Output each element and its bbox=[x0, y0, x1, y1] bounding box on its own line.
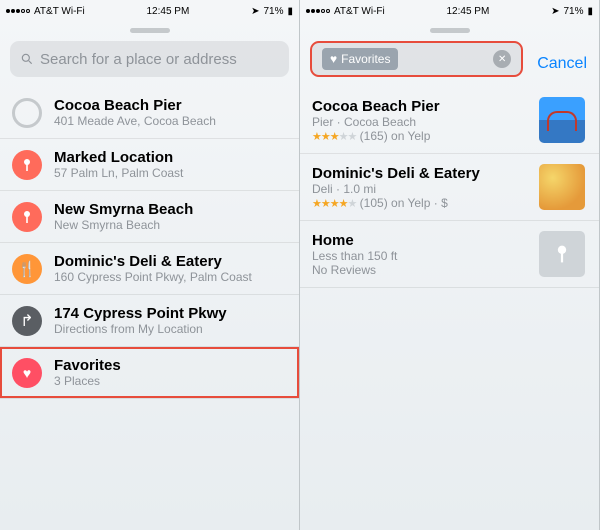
search-field[interactable]: Search for a place or address bbox=[10, 41, 289, 77]
list-item[interactable]: Home Less than 150 ft No Reviews bbox=[300, 221, 599, 288]
carrier: AT&T Wi-Fi bbox=[34, 6, 85, 17]
thumbnail bbox=[539, 231, 585, 277]
carrier: AT&T Wi-Fi bbox=[334, 6, 385, 17]
favorites-row[interactable]: ♥ Favorites3 Places bbox=[0, 347, 299, 399]
favorites-list: Cocoa Beach Pier Pier · Cocoa Beach ★★★★… bbox=[300, 87, 599, 530]
star-rating: ★★★★★ bbox=[312, 198, 356, 210]
signal-icon bbox=[306, 9, 330, 13]
phone-right: AT&T Wi-Fi 12:45 PM ➤ 71% ▮ ♥ Favorites … bbox=[300, 0, 600, 530]
thumbnail bbox=[539, 97, 585, 143]
directions-icon: ↱ bbox=[12, 306, 42, 336]
heart-icon: ♥ bbox=[12, 358, 42, 388]
list-item[interactable]: ↱ 174 Cypress Point PkwyDirections from … bbox=[0, 295, 299, 347]
clock: 12:45 PM bbox=[447, 6, 490, 17]
clock: 12:45 PM bbox=[147, 6, 190, 17]
pin-icon bbox=[12, 150, 42, 180]
list-item[interactable]: Marked Location57 Palm Ln, Palm Coast bbox=[0, 139, 299, 191]
search-field[interactable]: ♥ Favorites ✕ bbox=[310, 41, 523, 77]
list-item[interactable]: Dominic's Deli & Eatery Deli · 1.0 mi ★★… bbox=[300, 154, 599, 221]
battery-pct: 71% bbox=[263, 6, 283, 17]
location-icon: ➤ bbox=[551, 6, 559, 17]
clear-icon[interactable]: ✕ bbox=[493, 50, 511, 68]
list-item[interactable]: Cocoa Beach Pier401 Meade Ave, Cocoa Bea… bbox=[0, 87, 299, 139]
recent-icon bbox=[12, 98, 42, 128]
food-icon: 🍴 bbox=[12, 254, 42, 284]
battery-pct: 71% bbox=[563, 6, 583, 17]
battery-icon: ▮ bbox=[587, 6, 593, 17]
phone-left: AT&T Wi-Fi 12:45 PM ➤ 71% ▮ Search for a… bbox=[0, 0, 300, 530]
star-rating: ★★★★★ bbox=[312, 131, 356, 143]
thumbnail bbox=[539, 164, 585, 210]
search-placeholder: Search for a place or address bbox=[40, 51, 237, 68]
favorites-token[interactable]: ♥ Favorites bbox=[322, 48, 398, 70]
list-item[interactable]: 🍴 Dominic's Deli & Eatery160 Cypress Poi… bbox=[0, 243, 299, 295]
battery-icon: ▮ bbox=[287, 6, 293, 17]
list-item[interactable]: Cocoa Beach Pier Pier · Cocoa Beach ★★★★… bbox=[300, 87, 599, 154]
drag-handle[interactable] bbox=[130, 28, 170, 33]
status-bar: AT&T Wi-Fi 12:45 PM ➤ 71% ▮ bbox=[300, 0, 599, 22]
status-bar: AT&T Wi-Fi 12:45 PM ➤ 71% ▮ bbox=[0, 0, 299, 22]
location-icon: ➤ bbox=[251, 6, 259, 17]
suggestions-list: Cocoa Beach Pier401 Meade Ave, Cocoa Bea… bbox=[0, 87, 299, 530]
cancel-button[interactable]: Cancel bbox=[533, 55, 599, 73]
pin-icon bbox=[12, 202, 42, 232]
list-item[interactable]: New Smyrna BeachNew Smyrna Beach bbox=[0, 191, 299, 243]
search-icon bbox=[20, 52, 34, 66]
signal-icon bbox=[6, 9, 30, 13]
drag-handle[interactable] bbox=[430, 28, 470, 33]
